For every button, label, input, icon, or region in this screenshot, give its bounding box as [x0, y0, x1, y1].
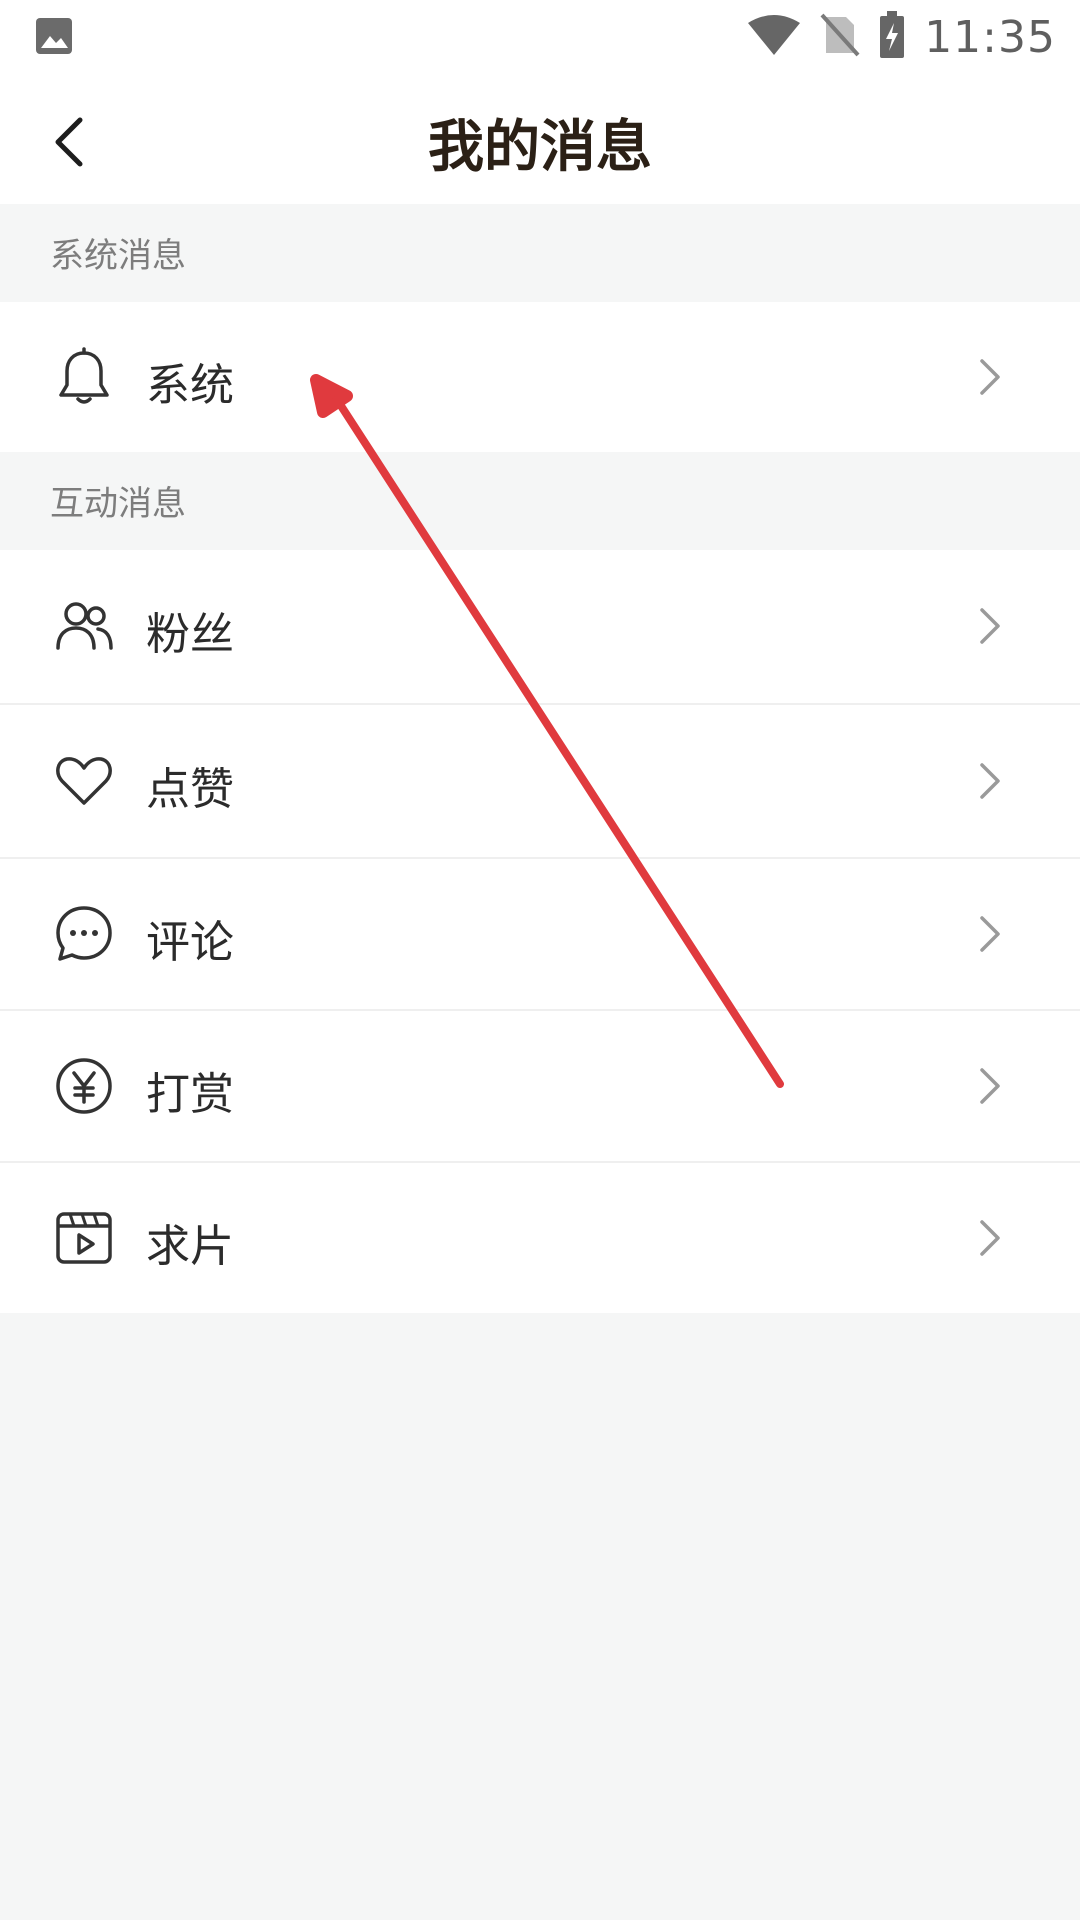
battery-charging-icon — [878, 11, 906, 63]
heart-icon — [54, 751, 114, 811]
list-item-label: 打赏 — [146, 1069, 234, 1120]
chevron-right-icon — [978, 1218, 1002, 1258]
image-icon — [34, 16, 74, 56]
page-title: 我的消息 — [428, 115, 652, 180]
film-icon — [54, 1208, 114, 1268]
chevron-right-icon — [978, 606, 1002, 646]
chevron-right-icon — [978, 357, 1002, 397]
list-item-label: 点赞 — [146, 764, 234, 815]
wifi-icon — [746, 13, 802, 61]
status-time: 11:35 — [924, 11, 1056, 63]
chat-bubble-icon — [54, 904, 114, 964]
chevron-right-icon — [978, 761, 1002, 801]
no-sim-icon — [820, 13, 860, 61]
list-item-label: 求片 — [146, 1221, 234, 1272]
list-item-system[interactable]: 系统 — [0, 302, 1080, 452]
section-header-interaction: 互动消息 — [0, 452, 1080, 550]
app-header: 我的消息 — [0, 74, 1080, 204]
list-item-label: 粉丝 — [146, 609, 234, 660]
list-item-label: 系统 — [146, 360, 234, 411]
list-item-label: 评论 — [146, 917, 234, 968]
list-item-comments[interactable]: 评论 — [0, 859, 1080, 1009]
status-bar: 11:35 — [0, 0, 1080, 74]
chevron-right-icon — [978, 1066, 1002, 1106]
section-title: 系统消息 — [50, 236, 186, 276]
messages-screen: 11:35 我的消息 系统消息 系统 互动消息 粉丝 点赞 评论 打赏 求片 — [0, 0, 1080, 1920]
bell-icon — [54, 347, 114, 407]
yen-coin-icon — [54, 1056, 114, 1116]
list-item-requests[interactable]: 求片 — [0, 1163, 1080, 1313]
chevron-right-icon — [978, 914, 1002, 954]
list-item-tips[interactable]: 打赏 — [0, 1011, 1080, 1161]
section-title: 互动消息 — [50, 484, 186, 524]
list-item-likes[interactable]: 点赞 — [0, 705, 1080, 857]
list-item-fans[interactable]: 粉丝 — [0, 550, 1080, 703]
users-icon — [54, 596, 114, 656]
section-header-system: 系统消息 — [0, 204, 1080, 302]
